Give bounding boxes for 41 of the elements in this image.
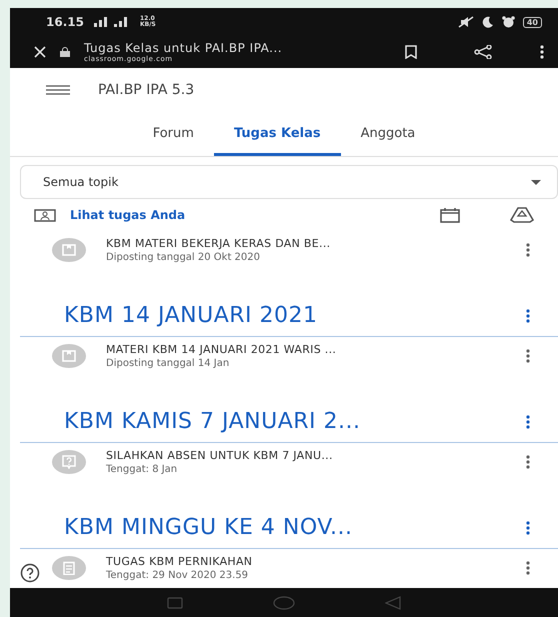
moon-icon: [482, 16, 494, 28]
classwork-title[interactable]: KBM MATERI BEKERJA KERAS DAN BE...: [106, 237, 506, 250]
question-icon: [62, 455, 76, 469]
close-icon[interactable]: [34, 46, 46, 58]
classwork-date: Tenggat: 29 Nov 2020 23.59: [106, 570, 250, 581]
topic-heading: KBM KAMIS 7 JANUARI 2...: [64, 409, 362, 434]
menu-icon[interactable]: [46, 85, 70, 95]
battery-level: 40: [522, 16, 542, 28]
dropdown-caret-icon: [531, 180, 541, 184]
classwork-date: Diposting tanggal 20 Okt 2020: [106, 252, 261, 263]
topic-heading: KBM 14 JANUARI 2021: [64, 303, 318, 328]
alarm-icon: [502, 16, 515, 28]
tab[interactable]: Forum: [132, 114, 214, 156]
lock-icon: [60, 47, 70, 57]
more-options-icon[interactable]: [526, 414, 530, 428]
tab[interactable]: Anggota: [340, 114, 436, 156]
page-title: Tugas Kelas untuk PAI.BP IPA...: [84, 41, 284, 55]
topic-dropdown[interactable]: Semua topik: [20, 165, 558, 199]
view-your-work-link[interactable]: Lihat tugas Anda: [70, 208, 186, 222]
more-options-icon[interactable]: [526, 520, 530, 534]
bookmark-icon: [62, 350, 76, 362]
more-options-icon[interactable]: [540, 45, 544, 59]
help-icon[interactable]: [20, 563, 40, 583]
classwork-date: Tenggat: 8 Jan: [106, 464, 178, 475]
classwork-date: Diposting tanggal 14 Jan: [106, 358, 230, 369]
classwork-title[interactable]: MATERI KBM 14 JANUARI 2021 WARIS ...: [106, 343, 506, 356]
share-icon[interactable]: [474, 45, 492, 59]
bookmark-icon: [62, 244, 76, 256]
status-time: 16.15: [46, 15, 84, 29]
clipboard-icon: [63, 561, 75, 575]
classwork-title[interactable]: TUGAS KBM PERNIKAHAN: [106, 555, 506, 568]
bookmark-icon[interactable]: [404, 45, 418, 59]
more-options-icon[interactable]: [526, 308, 530, 322]
mute-icon: [458, 16, 474, 28]
id-badge-icon: [34, 208, 56, 222]
topic-heading: KBM MINGGU KE 4 NOV...: [64, 515, 354, 540]
classwork-title[interactable]: SILAHKAN ABSEN UNTUK KBM 7 JANU...: [106, 449, 506, 462]
drive-icon[interactable]: [510, 207, 534, 223]
calendar-icon[interactable]: [440, 207, 460, 223]
class-title: PAI.BP IPA 5.3: [98, 82, 194, 98]
tab[interactable]: Tugas Kelas: [214, 114, 341, 156]
